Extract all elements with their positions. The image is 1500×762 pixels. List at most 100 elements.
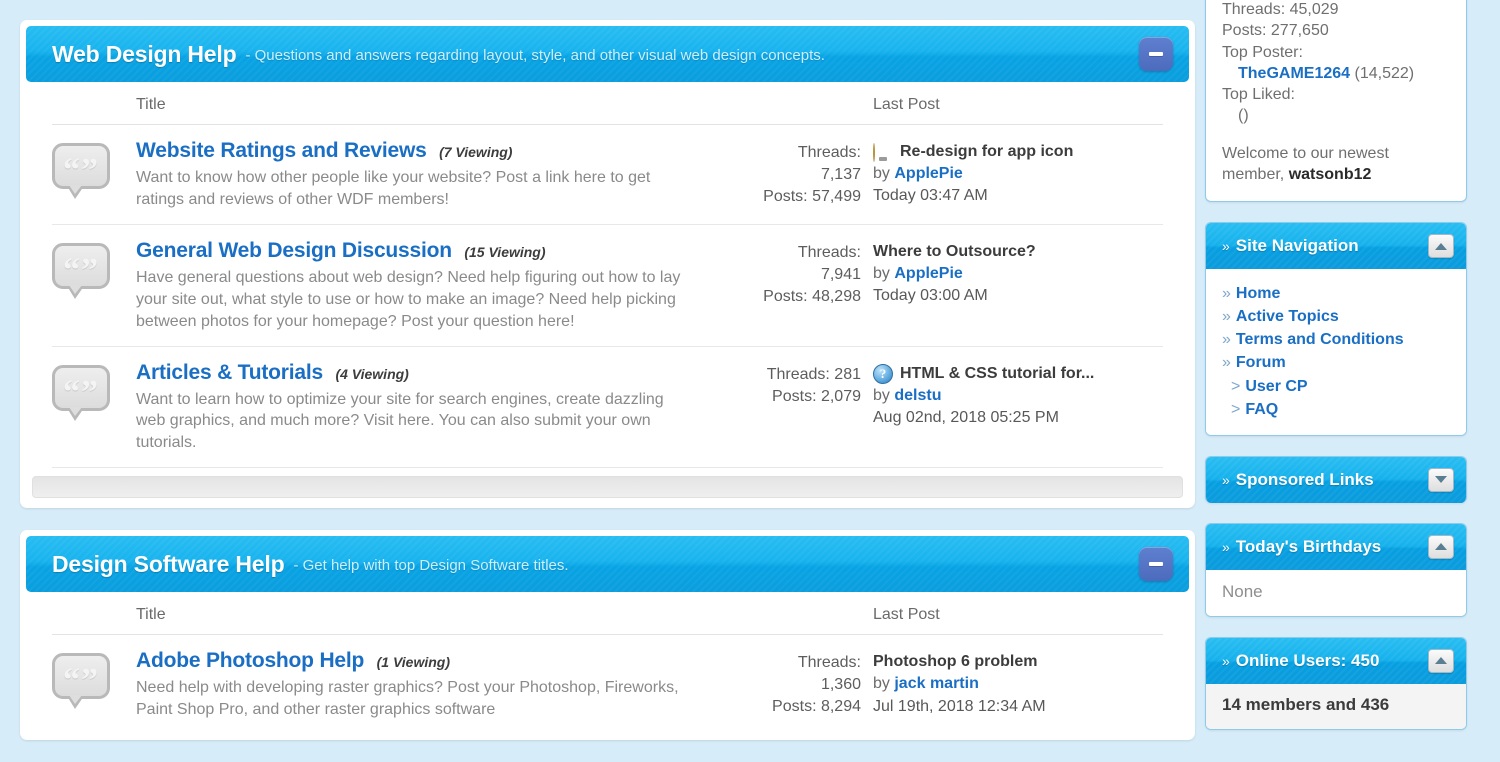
sidebar-item-faq[interactable]: > FAQ: [1222, 398, 1452, 421]
minus-glyph: [1149, 52, 1163, 56]
forum-title-cell: Website Ratings and Reviews (7 Viewing) …: [136, 139, 703, 211]
last-post-author-row: by ApplePie: [873, 163, 1163, 185]
last-post-title[interactable]: Re-design for app icon: [900, 141, 1073, 163]
speech-bubble-icon: “”: [52, 649, 136, 710]
forum-stats-cell: Threads: 281 Posts: 2,079: [703, 361, 873, 408]
forum-section-web-design-help: Web Design Help - Questions and answers …: [20, 20, 1195, 509]
bullet-marker: »: [1222, 354, 1231, 372]
sidebar-item-user-cp[interactable]: > User CP: [1222, 375, 1452, 398]
last-post-date: Jul 19th, 2018 12:34 AM: [873, 697, 1046, 715]
info-circle-icon: ?: [873, 363, 893, 384]
speech-bubble-icon: “”: [52, 239, 136, 299]
sidebar-item-label: User CP: [1245, 377, 1308, 395]
forum-link[interactable]: General Web Design Discussion: [136, 239, 452, 262]
forum-main-column: Web Design Help - Questions and answers …: [0, 0, 1205, 762]
bullet-marker: »: [1222, 285, 1231, 303]
chevron-up-icon[interactable]: [1428, 648, 1454, 673]
sidebar-item-terms-and-conditions[interactable]: » Terms and Conditions: [1222, 328, 1452, 351]
bullet-marker: >: [1231, 400, 1241, 418]
top-liked-value: (): [1238, 107, 1249, 125]
chevron-up-icon[interactable]: [1428, 234, 1454, 259]
sidebar-item-label: Terms and Conditions: [1235, 331, 1404, 349]
last-post-date: Today 03:00 AM: [873, 287, 988, 305]
threads-label: Threads:: [797, 243, 861, 261]
panel-marker: »: [1222, 652, 1230, 669]
last-post-title[interactable]: HTML & CSS tutorial for...: [900, 363, 1094, 385]
column-header-last-post: Last Post: [873, 96, 940, 113]
viewing-count: (7 Viewing): [439, 144, 513, 160]
sidebar: Threads: 45,029 Posts: 277,650 Top Poste…: [1205, 0, 1500, 750]
forum-row[interactable]: “” General Web Design Discussion (15 Vie…: [52, 225, 1163, 347]
forum-row[interactable]: “” Articles & Tutorials (4 Viewing) Want…: [52, 347, 1163, 469]
speech-bubble-icon: “”: [52, 139, 136, 199]
chevron-down-icon[interactable]: [1428, 467, 1454, 492]
section-title: Design Software Help: [52, 550, 285, 577]
forum-row[interactable]: “” Adobe Photoshop Help (1 Viewing) Need…: [52, 635, 1163, 734]
panel-header[interactable]: » Online Users: 450: [1206, 637, 1466, 684]
panel-site-navigation: » Site Navigation » Home » Active Topics »…: [1205, 222, 1467, 436]
sidebar-item-active-topics[interactable]: » Active Topics: [1222, 305, 1452, 328]
last-post-cell: Re-design for app icon by ApplePie Today…: [873, 139, 1163, 208]
forum-link[interactable]: Website Ratings and Reviews: [136, 139, 427, 162]
quote-glyph: “”: [63, 662, 99, 700]
forum-description: Want to learn how to optimize your site …: [136, 390, 664, 452]
threads-label: Threads:: [797, 144, 861, 161]
quote-glyph: “”: [63, 373, 99, 411]
column-header-title: Title: [136, 606, 166, 624]
top-poster-link[interactable]: TheGAME1264: [1238, 65, 1350, 82]
newest-member-name[interactable]: watsonb12: [1289, 166, 1372, 183]
posts-count: Posts: 48,298: [763, 287, 861, 305]
panel-header[interactable]: » Site Navigation: [1206, 223, 1466, 270]
panel-header[interactable]: » Today's Birthdays: [1206, 523, 1466, 570]
forum-title-cell: Articles & Tutorials (4 Viewing) Want to…: [136, 361, 703, 455]
panel-header[interactable]: » Sponsored Links: [1206, 456, 1466, 503]
posts-count: Posts: 8,294: [772, 698, 861, 716]
board-statistics-panel: Threads: 45,029 Posts: 277,650 Top Poste…: [1205, 0, 1467, 203]
sidebar-item-home[interactable]: » Home: [1222, 282, 1452, 305]
last-post-user[interactable]: ApplePie: [894, 265, 962, 282]
threads-count: 1,360: [820, 676, 861, 694]
column-headers: Title Last Post: [52, 592, 1163, 636]
threads-label: Threads: 281: [766, 365, 861, 383]
forum-description: Have general questions about web design?…: [136, 268, 681, 330]
last-post-author-row: by jack martin: [873, 673, 1163, 695]
minus-icon[interactable]: [1139, 547, 1173, 582]
last-post-user[interactable]: jack martin: [894, 675, 978, 692]
panel-online-users: » Online Users: 450 14 members and 436: [1205, 636, 1467, 730]
last-post-author-row: by delstu: [873, 385, 1163, 407]
forum-stats-cell: Threads: 7,137 Posts: 57,499: [703, 139, 873, 208]
section-header: Design Software Help - Get help with top…: [26, 536, 1189, 593]
bullet-marker: »: [1222, 331, 1231, 349]
sidebar-item-label: Active Topics: [1235, 308, 1339, 326]
forum-description: Need help with developing raster graphic…: [136, 679, 679, 719]
last-post-title[interactable]: Where to Outsource?: [873, 241, 1036, 263]
panel-sponsored-links: » Sponsored Links: [1205, 455, 1467, 503]
last-post-user[interactable]: ApplePie: [894, 165, 962, 182]
last-post-date: Today 03:47 AM: [873, 187, 988, 205]
last-post-title[interactable]: Photoshop 6 problem: [873, 651, 1037, 673]
forum-link[interactable]: Adobe Photoshop Help: [136, 649, 364, 672]
quote-glyph: “”: [63, 152, 99, 189]
by-label: by: [873, 265, 890, 283]
chevron-up-icon[interactable]: [1428, 534, 1454, 559]
bullet-marker: >: [1231, 377, 1241, 395]
by-label: by: [873, 386, 890, 404]
section-header: Web Design Help - Questions and answers …: [26, 26, 1189, 82]
last-post-cell: Where to Outsource? by ApplePie Today 03…: [873, 239, 1163, 308]
forum-link[interactable]: Articles & Tutorials: [136, 361, 323, 384]
top-liked-label: Top Liked:: [1222, 86, 1295, 104]
panel-title: Today's Birthdays: [1235, 536, 1382, 556]
section-footer-bar: [32, 476, 1183, 499]
minus-glyph: [1149, 562, 1163, 567]
viewing-count: (15 Viewing): [464, 243, 546, 260]
last-post-author-row: by ApplePie: [873, 263, 1163, 285]
forum-title-cell: Adobe Photoshop Help (1 Viewing) Need he…: [136, 649, 703, 721]
forum-stats-cell: Threads: 1,360 Posts: 8,294: [703, 649, 873, 718]
minus-icon[interactable]: [1139, 37, 1173, 71]
stats-spacer: [1222, 127, 1452, 143]
last-post-date: Aug 02nd, 2018 05:25 PM: [873, 409, 1059, 426]
forum-row[interactable]: “” Website Ratings and Reviews (7 Viewin…: [52, 125, 1163, 225]
last-post-user[interactable]: delstu: [894, 387, 941, 404]
sidebar-item-forum[interactable]: » Forum: [1222, 351, 1452, 374]
section-title: Web Design Help: [52, 40, 237, 67]
